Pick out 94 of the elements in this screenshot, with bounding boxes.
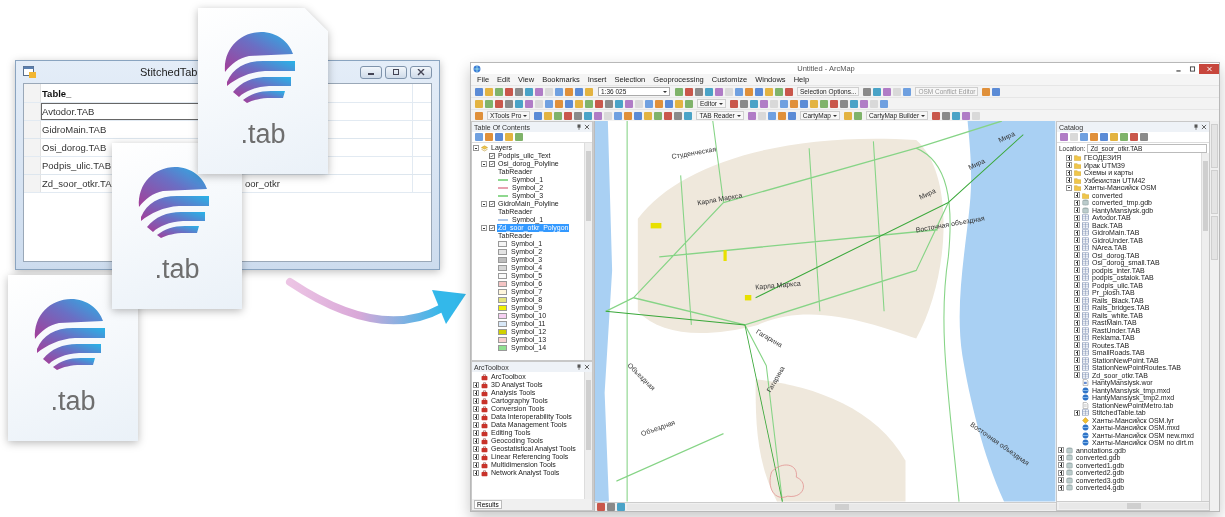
window-title: StitchedTab [140,66,199,78]
expander-icon[interactable] [1074,349,1080,356]
expander-icon[interactable] [1074,319,1080,326]
expander-icon[interactable] [1058,477,1064,484]
table-cell: GidroMain.TAB [42,124,107,135]
expander-icon[interactable] [1066,177,1072,184]
layers-icon [481,144,488,152]
checkbox[interactable] [489,201,495,207]
expander-icon[interactable] [473,145,479,151]
table-cell: Avtodor.TAB [42,106,95,117]
close-icon [416,68,426,76]
maximize-icon [1188,65,1196,72]
expander-icon[interactable] [1074,274,1080,281]
expander-icon[interactable] [473,454,479,460]
table-icon [23,66,36,78]
table-cell: Podpis_ulic.TAB [42,160,111,171]
expander-icon[interactable] [473,462,479,468]
expander-icon[interactable] [1074,244,1080,251]
expander-icon[interactable] [1074,289,1080,296]
expander-icon[interactable] [1074,229,1080,236]
close-icon[interactable] [584,124,590,130]
expander-icon[interactable] [1074,267,1080,274]
expander-icon[interactable] [1074,199,1080,206]
expander-icon[interactable] [1074,214,1080,221]
expander-icon[interactable] [1074,252,1080,259]
expander-icon[interactable] [1074,409,1080,416]
minimize-button[interactable] [360,65,382,79]
close-icon[interactable] [584,364,590,370]
table-cell: Osi_dorog.TAB [42,142,107,153]
table-icon [1082,409,1089,417]
expander-icon[interactable] [1066,184,1072,191]
file-extension-label: .tab [240,121,286,148]
expander-icon[interactable] [473,470,479,476]
expander-icon[interactable] [1074,222,1080,229]
column-header[interactable]: Table_ [42,87,72,99]
expander-icon[interactable] [481,225,487,231]
expander-icon[interactable] [473,398,479,404]
expander-icon[interactable] [473,382,479,388]
file-extension-label: .tab [50,388,96,415]
expander-icon[interactable] [1074,312,1080,319]
maximize-icon [391,68,401,76]
expander-icon[interactable] [1074,304,1080,311]
expander-icon[interactable] [1058,462,1064,469]
expander-icon[interactable] [1058,454,1064,461]
expander-icon[interactable] [1074,342,1080,349]
expander-icon[interactable] [1058,484,1064,491]
expander-icon[interactable] [1058,469,1064,476]
expander-icon[interactable] [1074,372,1080,379]
close-button[interactable] [410,65,432,79]
expander-icon[interactable] [1058,447,1064,454]
scrollbar[interactable] [1201,153,1209,501]
file-extension-label: .tab [154,256,200,283]
close-icon [1205,65,1213,72]
expander-icon[interactable] [473,430,479,436]
close-button[interactable] [1199,63,1219,74]
expander-icon[interactable] [1074,282,1080,289]
close-icon[interactable] [1201,124,1207,130]
layer-icon [1082,416,1089,424]
expander-icon[interactable] [481,161,487,167]
table-cell: oor_otkr [245,178,280,189]
expander-icon[interactable] [473,438,479,444]
checkbox[interactable] [489,161,495,167]
expander-icon[interactable] [1074,357,1080,364]
expander-icon[interactable] [1074,192,1080,199]
expander-icon[interactable] [473,422,479,428]
pin-icon[interactable] [1193,124,1199,130]
expander-icon[interactable] [1074,327,1080,334]
maximize-button[interactable] [385,65,407,79]
expander-icon[interactable] [473,390,479,396]
expander-icon[interactable] [1074,259,1080,266]
expander-icon[interactable] [1074,364,1080,371]
expander-icon[interactable] [481,201,487,207]
checkbox[interactable] [489,225,495,231]
expander-icon[interactable] [473,406,479,412]
scrollbar[interactable] [584,143,592,360]
expander-icon[interactable] [1066,169,1072,176]
expander-icon[interactable] [473,446,479,452]
scrollbar[interactable] [627,504,1056,510]
expander-icon[interactable] [1066,162,1072,169]
expander-icon[interactable] [1074,297,1080,304]
checkbox[interactable] [489,153,495,159]
scrollbar[interactable] [584,372,592,499]
expander-icon[interactable] [1074,334,1080,341]
expander-icon[interactable] [473,414,479,420]
expander-icon[interactable] [1074,207,1080,214]
table-cell: Zd_soor_otkr.TA [42,178,112,189]
pin-icon[interactable] [576,364,582,370]
document-icon [1082,401,1089,409]
expander-icon[interactable] [1074,237,1080,244]
expander-icon[interactable] [1066,154,1072,161]
scrollbar[interactable] [1059,503,1209,509]
document-icon [1082,379,1089,387]
pin-icon[interactable] [576,124,582,130]
globe-icon [473,64,481,73]
